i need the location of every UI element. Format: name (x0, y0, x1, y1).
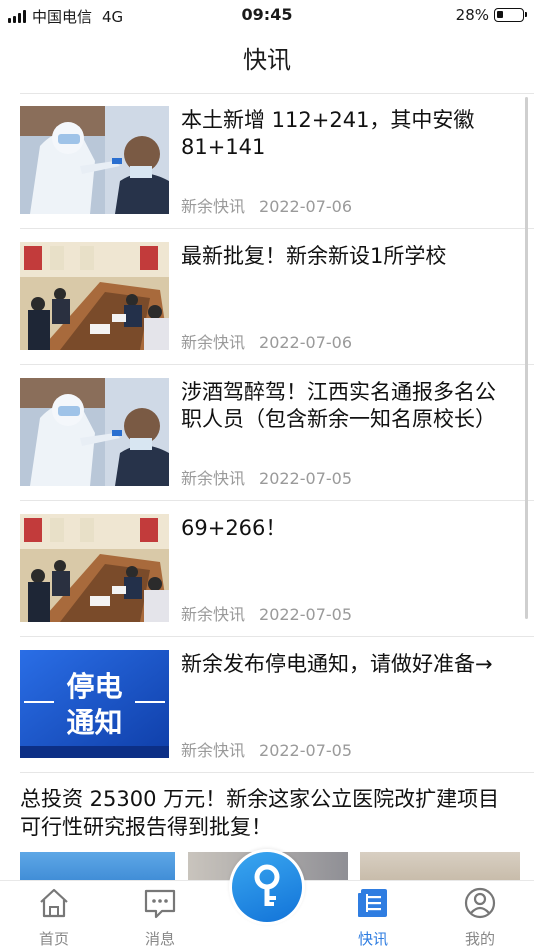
tab-label: 快讯 (357, 930, 388, 948)
news-date: 2022-07-05 (259, 605, 352, 624)
featured-news-title[interactable]: 总投资 25300 万元！新余这家公立医院改扩建项目可行性研究报告得到批复！ (20, 785, 520, 841)
home-icon (40, 888, 68, 918)
news-item[interactable]: 本土新增 112+241，其中安徽 81+141 新余快讯 2022-07-06 (0, 93, 534, 229)
status-bar: 中国电信 4G 09:45 28% (0, 0, 534, 32)
news-item[interactable]: 最新批复！新余新设1所学校 新余快讯 2022-07-06 (0, 229, 534, 365)
featured-image (20, 852, 175, 880)
news-source: 新余快讯 (181, 197, 246, 216)
news-title[interactable]: 新余发布停电通知，请做好准备→ (181, 651, 511, 678)
news-meta: 新余快讯 2022-07-05 (181, 465, 352, 489)
profile-icon (464, 887, 496, 919)
tab-profile[interactable]: 我的 (440, 885, 520, 949)
thumbnail-image: 停电 通知 (20, 650, 169, 758)
tab-home[interactable]: 首页 (14, 885, 94, 949)
news-meta: 新余快讯 2022-07-05 (181, 601, 352, 625)
news-item[interactable]: 69+266！ 新余快讯 2022-07-05 (0, 501, 534, 637)
thumbnail-image (20, 514, 169, 622)
news-title[interactable]: 69+266！ (181, 515, 511, 542)
news-title[interactable]: 本土新增 112+241，其中安徽 81+141 (181, 107, 511, 161)
notice-text-line-2: 通知 (66, 706, 122, 739)
news-item[interactable]: 涉酒驾醉驾！江西实名通报多名公职人员（包含新余一知名原校长） 新余快讯 2022-… (0, 365, 534, 501)
news-meta: 新余快讯 2022-07-05 (181, 737, 352, 761)
battery-percent: 28% (455, 6, 489, 24)
page-title: 快讯 (243, 46, 291, 74)
news-title[interactable]: 涉酒驾醉驾！江西实名通报多名公职人员（包含新余一知名原校长） (181, 379, 511, 433)
news-date: 2022-07-06 (259, 333, 352, 352)
news-meta: 新余快讯 2022-07-06 (181, 329, 352, 353)
thumbnail-image (20, 378, 169, 486)
tab-news[interactable]: 快讯 (333, 885, 413, 949)
news-date: 2022-07-05 (259, 469, 352, 488)
news-source: 新余快讯 (181, 469, 246, 488)
news-date: 2022-07-05 (259, 741, 352, 760)
news-item[interactable]: 停电 通知 新余发布停电通知，请做好准备→ 新余快讯 2022-07-05 (0, 637, 534, 773)
tab-label: 首页 (38, 930, 69, 948)
news-source: 新余快讯 (181, 333, 246, 352)
tab-label: 我的 (464, 930, 495, 948)
clock: 09:45 (241, 5, 293, 24)
news-source: 新余快讯 (181, 741, 246, 760)
battery-icon (494, 8, 527, 22)
news-list[interactable]: 本土新增 112+241，其中安徽 81+141 新余快讯 2022-07-06 (0, 93, 534, 880)
tab-label: 消息 (144, 930, 175, 948)
scrollbar[interactable] (525, 97, 528, 619)
news-meta: 新余快讯 2022-07-06 (181, 193, 352, 217)
notice-text-line-1: 停电 (66, 670, 122, 703)
message-icon (144, 889, 176, 919)
center-key-button[interactable] (229, 849, 305, 925)
news-date: 2022-07-06 (259, 197, 352, 216)
news-title[interactable]: 最新批复！新余新设1所学校 (181, 243, 511, 270)
news-icon (358, 889, 387, 917)
thumbnail-image (20, 106, 169, 214)
tab-messages[interactable]: 消息 (120, 885, 200, 949)
featured-image (360, 852, 520, 880)
thumbnail-image (20, 242, 169, 350)
key-icon (254, 864, 280, 906)
news-source: 新余快讯 (181, 605, 246, 624)
